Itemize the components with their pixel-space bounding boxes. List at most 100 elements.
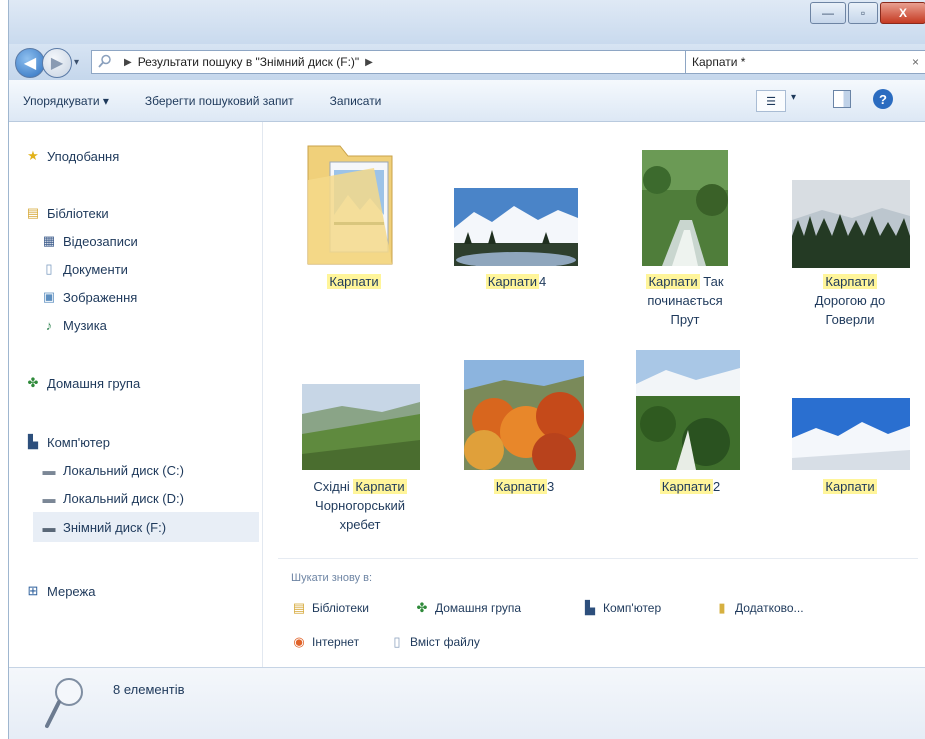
breadcrumb-arrow-icon[interactable]: ▶ <box>124 57 132 68</box>
item-label[interactable]: Карпати <box>294 272 414 291</box>
sidebar-item-disk-c[interactable]: ▬ Локальний диск (C:) <box>41 462 184 478</box>
burn-button[interactable]: Записати <box>330 94 382 108</box>
image-thumbnail[interactable] <box>302 384 420 470</box>
internet-icon: ◉ <box>293 634 305 649</box>
video-icon: ▦ <box>42 233 56 248</box>
image-thumbnail[interactable] <box>464 360 584 477</box>
back-button[interactable]: ◀ <box>15 48 45 78</box>
search-folder-icon <box>98 54 114 71</box>
image-thumbnail[interactable] <box>792 180 910 268</box>
sidebar-item-homegroup[interactable]: ✤ Домашня група <box>25 375 141 391</box>
image-thumbnail[interactable] <box>636 350 740 470</box>
image-thumbnail[interactable] <box>454 188 578 268</box>
window-controls: — ▫ X <box>808 2 925 26</box>
command-bar: Упорядкувати ▾ Зберегти пошуковий запит … <box>9 80 925 122</box>
stream-photo <box>642 150 728 266</box>
valley-photo <box>302 384 420 470</box>
maximize-button[interactable]: ▫ <box>848 2 878 24</box>
homegroup-icon: ✤ <box>27 375 39 390</box>
item-count: 8 елементів <box>113 682 185 697</box>
sidebar-item-computer[interactable]: ▙ Комп'ютер <box>25 434 110 450</box>
image-thumbnail[interactable] <box>642 150 728 266</box>
breadcrumb-arrow-icon[interactable]: ▶ <box>365 57 373 68</box>
item-label[interactable]: Східні Карпати Чорногорський хребет <box>300 477 420 534</box>
file-contents-icon: ▯ <box>393 634 401 649</box>
sidebar-item-favorites[interactable]: ★ Уподобання <box>25 148 119 164</box>
close-button[interactable]: X <box>880 2 925 24</box>
arrow-right-icon: ▶ <box>50 55 64 72</box>
folder-icon: ▮ <box>718 600 726 615</box>
search-again-internet[interactable]: ◉ Інтернет <box>291 634 359 650</box>
search-again-libraries[interactable]: ▤ Бібліотеки <box>291 600 369 616</box>
mountain-photo <box>454 188 578 268</box>
save-search-button[interactable]: Зберегти пошуковий запит <box>145 94 294 108</box>
clear-search-icon[interactable]: × <box>912 55 919 69</box>
sidebar-item-disk-d[interactable]: ▬ Локальний диск (D:) <box>41 490 184 506</box>
computer-icon: ▙ <box>585 600 595 615</box>
breadcrumb-search-results[interactable]: Результати пошуку в "Знімний диск (F:)" <box>138 55 359 69</box>
document-icon: ▯ <box>45 261 53 276</box>
library-icon: ▤ <box>26 205 40 220</box>
sidebar-item-pictures[interactable]: ▣ Зображення <box>41 289 137 305</box>
autumn-photo <box>464 360 584 477</box>
highland-photo <box>636 350 740 470</box>
search-magnifier-icon <box>45 678 83 728</box>
item-label[interactable]: Карпати 4 <box>456 272 576 291</box>
library-icon: ▤ <box>292 600 306 615</box>
search-again-computer[interactable]: ▙ Комп'ютер <box>582 600 661 616</box>
sidebar-item-music[interactable]: ♪ Музика <box>41 317 107 333</box>
view-dropdown-icon[interactable]: ▾ <box>791 92 796 103</box>
sidebar-item-libraries[interactable]: ▤ Бібліотеки <box>25 205 109 221</box>
search-again-heading: Шукати знову в: <box>291 572 373 584</box>
sidebar-item-disk-f[interactable]: ▬ Знімний диск (F:) <box>33 512 259 542</box>
arrow-left-icon: ◀ <box>23 55 37 72</box>
search-input-value: Карпати * <box>692 55 746 69</box>
sidebar-item-label: Документи <box>63 261 128 277</box>
folder-icon <box>307 145 393 265</box>
removable-drive-icon: ▬ <box>42 519 56 535</box>
title-bar: — ▫ X <box>9 0 925 44</box>
change-view-button[interactable]: ☰ <box>756 90 786 112</box>
search-again-custom[interactable]: ▮ Додатково... <box>714 600 803 616</box>
drive-icon: ▬ <box>42 462 56 478</box>
navigation-pane: ★ Уподобання ▤ Бібліотеки ▦ Відеозаписи … <box>9 122 263 667</box>
sidebar-item-network[interactable]: ⊞ Мережа <box>25 583 96 599</box>
file-list: Карпати Карпати 4 Карпати Так починаєтьс… <box>264 122 925 667</box>
sidebar-item-videos[interactable]: ▦ Відеозаписи <box>41 233 138 249</box>
drive-icon: ▬ <box>42 490 56 506</box>
explorer-window: — ▫ X ◀ ▶ ▾ ▶ Результати пошуку в "Знімн… <box>8 0 925 739</box>
preview-pane-button[interactable] <box>833 90 851 108</box>
item-label[interactable]: Карпати 3 <box>464 477 584 496</box>
item-label[interactable]: Карпати <box>790 477 910 496</box>
homegroup-icon: ✤ <box>416 600 428 615</box>
sidebar-item-label: Домашня група <box>47 375 141 391</box>
minimize-button[interactable]: — <box>810 2 846 24</box>
star-icon: ★ <box>27 148 39 163</box>
sidebar-item-label: Музика <box>63 317 107 333</box>
search-again-file-contents[interactable]: ▯ Вміст файлу <box>389 634 479 650</box>
divider <box>278 558 918 559</box>
computer-icon: ▙ <box>28 434 38 449</box>
organize-button[interactable]: Упорядкувати ▾ <box>23 94 109 108</box>
network-icon: ⊞ <box>27 583 39 598</box>
address-bar[interactable]: ▶ Результати пошуку в "Знімний диск (F:)… <box>91 50 753 74</box>
sidebar-item-label: Комп'ютер <box>47 434 110 450</box>
folder-item[interactable] <box>304 140 404 268</box>
forward-button[interactable]: ▶ <box>42 48 72 78</box>
item-label[interactable]: Карпати Так починається Прут <box>625 272 745 329</box>
recent-pages-dropdown[interactable]: ▾ <box>74 57 79 68</box>
image-thumbnail[interactable] <box>792 398 910 470</box>
search-input[interactable]: Карпати * × <box>685 50 925 74</box>
sidebar-item-label: Знімний диск (F:) <box>63 519 167 535</box>
navigation-bar: ◀ ▶ ▾ ▶ Результати пошуку в "Знімний дис… <box>9 44 925 80</box>
search-again-homegroup[interactable]: ✤ Домашня група <box>414 600 522 616</box>
sidebar-item-label: Відеозаписи <box>63 233 138 249</box>
music-icon: ♪ <box>45 317 53 333</box>
item-label[interactable]: Карпати Дорогою до Говерли <box>790 272 910 329</box>
snowy-peaks-photo <box>792 398 910 470</box>
item-label[interactable]: Карпати 2 <box>630 477 750 496</box>
sidebar-item-label: Бібліотеки <box>47 205 109 221</box>
help-button[interactable]: ? <box>873 89 893 109</box>
sidebar-item-documents[interactable]: ▯ Документи <box>41 261 128 277</box>
sidebar-item-label: Мережа <box>47 583 96 599</box>
